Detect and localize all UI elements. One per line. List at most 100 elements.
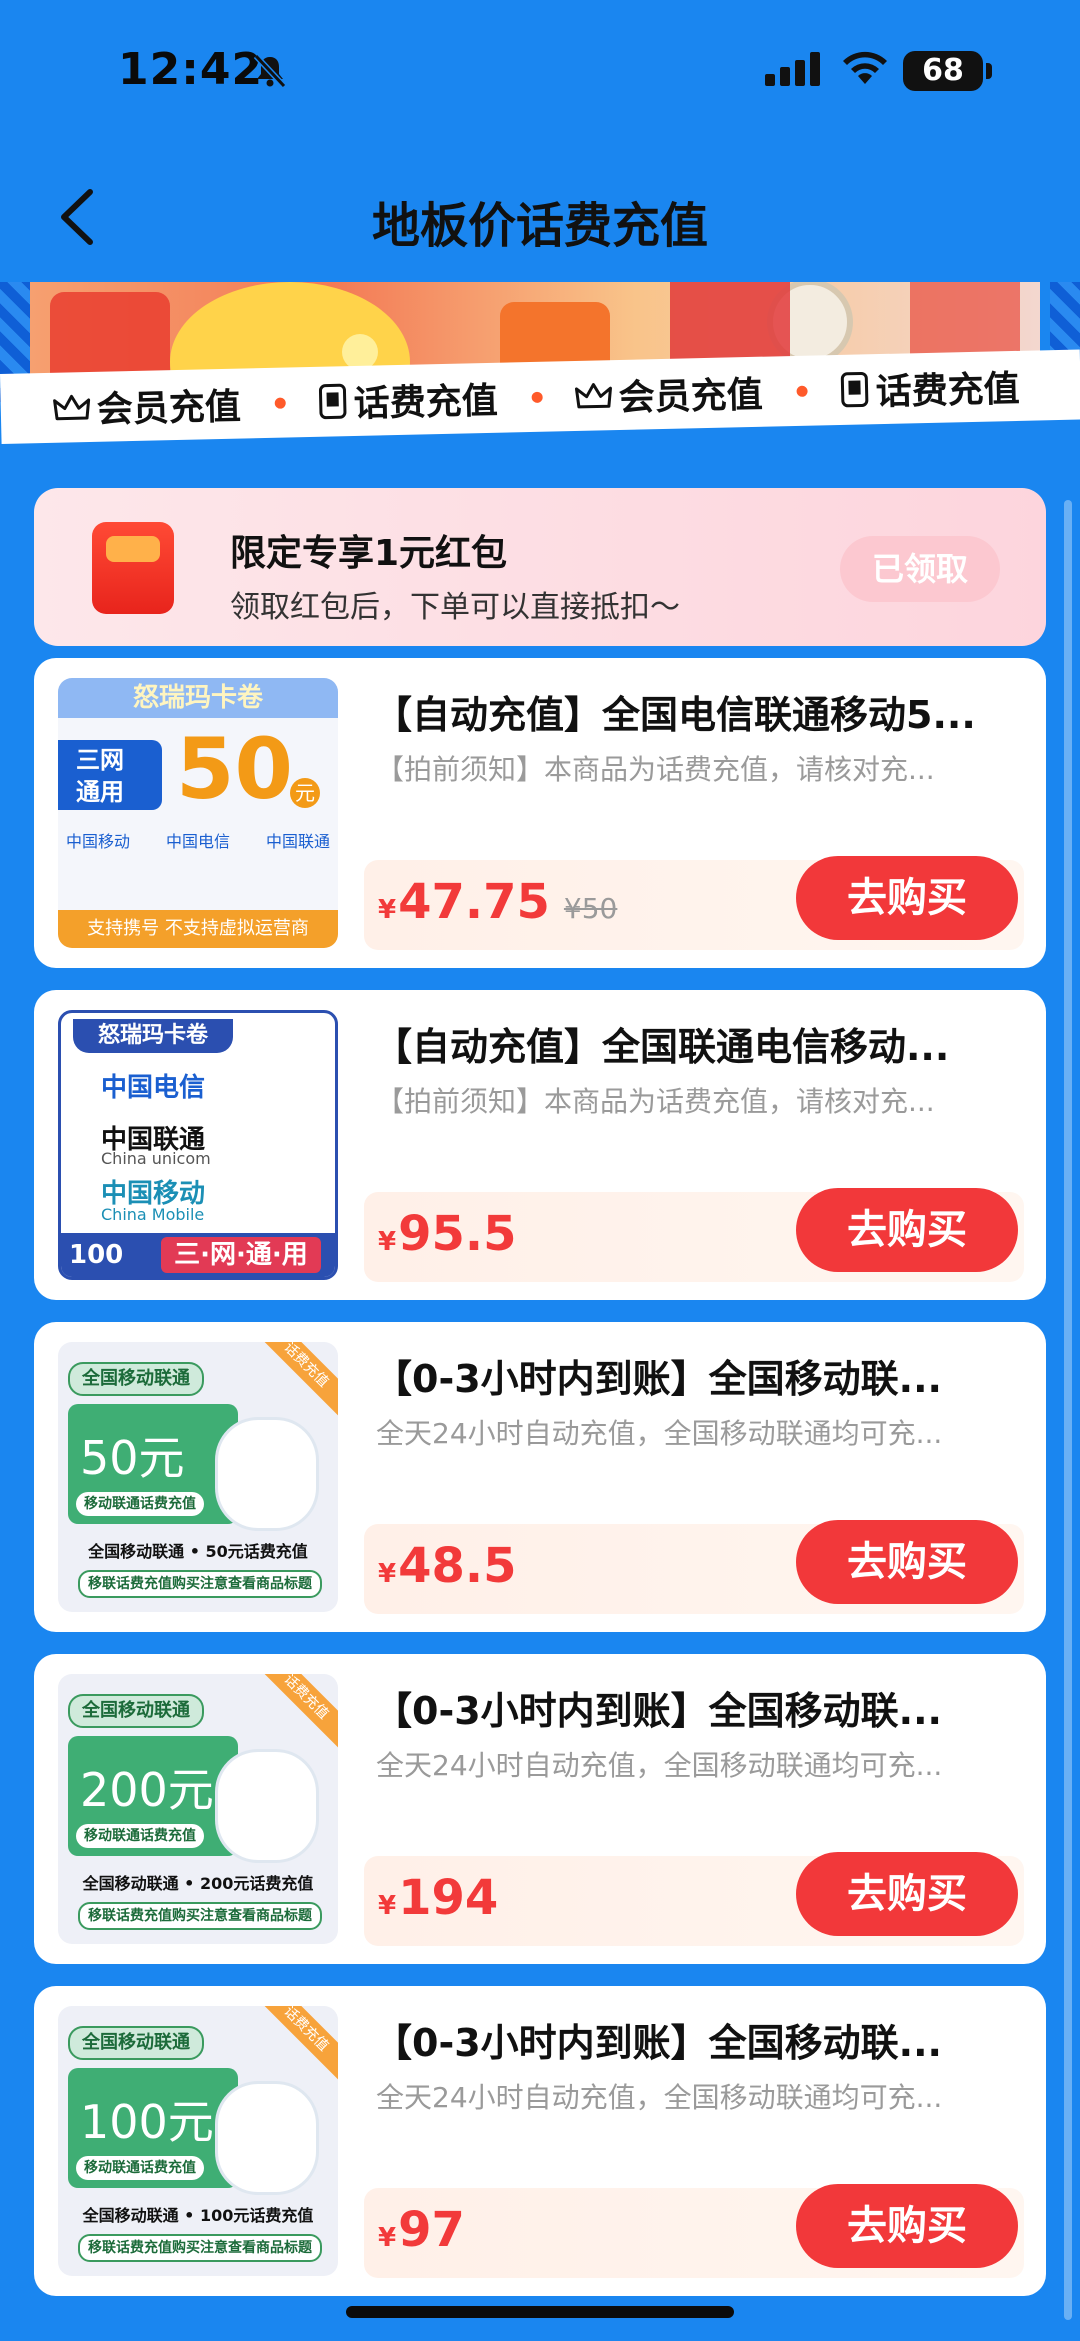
- thumb-amount: 50元: [80, 1431, 185, 1485]
- buy-button[interactable]: 去购买: [796, 1188, 1018, 1272]
- ribbon-item-member[interactable]: 会员充值: [52, 378, 241, 434]
- product-thumbnail: 怒瑞玛卡卷 中国电信 中国联通 China unicom 中国移动 China …: [58, 1010, 338, 1280]
- product-thumbnail: 全国移动联通 话费充值 50元 移动联通话费充值 全国移动联通 • 50元话费充…: [58, 1342, 338, 1612]
- product-subtitle: 【拍前须知】本商品为话费充值，请核对充...: [376, 753, 935, 786]
- thumb-mini-label: 移动联通话费充值: [76, 1492, 204, 1516]
- thumb-corner-tag: 话费充值: [254, 2006, 338, 2081]
- currency-symbol: ¥: [378, 1891, 397, 1921]
- thumb-brand: 怒瑞玛卡卷: [73, 1019, 233, 1053]
- thumb-amount: 100元: [80, 2095, 214, 2149]
- thumb-mini-label: 移动联通话费充值: [76, 1824, 204, 1848]
- red-packet-icon: [92, 522, 174, 614]
- battery-indicator: 68: [903, 51, 983, 91]
- product-subtitle: 【拍前须知】本商品为话费充值，请核对充...: [376, 1085, 935, 1118]
- bell-muted-icon: [253, 54, 287, 88]
- thumb-header: 全国移动联通: [68, 1694, 204, 1728]
- ribbon-label: 话费充值: [353, 380, 499, 425]
- thumb-caption: 全国移动联通 • 200元话费充值: [82, 1874, 314, 1893]
- currency-symbol: ¥: [378, 1559, 397, 1589]
- ribbon-dot: [274, 397, 286, 409]
- china-mobile-en: China Mobile: [101, 1205, 205, 1224]
- ribbon-label: 话费充值: [875, 368, 1021, 414]
- cell-signal-icon: [765, 52, 820, 86]
- price: ¥ 194: [378, 1870, 498, 1926]
- phone-icon: [318, 383, 347, 420]
- product-list: 限定专享1元红包 领取红包后，下单可以直接抵扣～ 已领取 怒瑞玛卡卷 三网 通用 …: [34, 488, 1046, 2318]
- thumb-corner-tag: 话费充值: [254, 1674, 338, 1749]
- currency-symbol: ¥: [378, 895, 397, 925]
- china-telecom-logo: 中国电信: [165, 832, 230, 851]
- red-packet-coupon: 限定专享1元红包 领取红包后，下单可以直接抵扣～ 已领取: [34, 488, 1046, 646]
- china-unicom-en: China unicom: [101, 1149, 211, 1168]
- thumb-caption: 全国移动联通 • 100元话费充值: [82, 2206, 314, 2225]
- product-card[interactable]: 怒瑞玛卡卷 三网 通用 50 元 中国移动 中国电信 中国联通 支持携号 不支持虚…: [34, 658, 1046, 968]
- thumb-footer-label: 三·网·通·用: [161, 1237, 321, 1273]
- carrier-logos-icon: [218, 1420, 316, 1528]
- product-card[interactable]: 全国移动联通 话费充值 200元 移动联通话费充值 全国移动联通 • 200元话…: [34, 1654, 1046, 1964]
- battery-tip: [986, 63, 992, 79]
- price-value: 48.5: [398, 1538, 517, 1594]
- product-subtitle: 全天24小时自动充值，全国移动联通均可充...: [376, 1417, 943, 1450]
- currency-symbol: ¥: [378, 1227, 397, 1257]
- buy-button[interactable]: 去购买: [796, 1852, 1018, 1936]
- thumb-caption: 全国移动联通 • 50元话费充值: [88, 1542, 308, 1561]
- coupon-title: 限定专享1元红包: [230, 533, 508, 574]
- product-title: 【自动充值】全国电信联通移动5...: [374, 693, 976, 737]
- thumb-footer: 支持携号 不支持虚拟运营商: [58, 910, 338, 948]
- price-value: 194: [398, 1870, 499, 1926]
- carrier-logos-icon: [218, 1752, 316, 1860]
- thumb-footer: 100 三·网·通·用: [61, 1233, 335, 1277]
- status-time: 12:42: [118, 44, 264, 95]
- product-subtitle: 全天24小时自动充值，全国移动联通均可充...: [376, 2081, 943, 2114]
- price: ¥ 95.5: [378, 1206, 517, 1262]
- thumb-amount: 100: [69, 1240, 124, 1270]
- phone-icon: [840, 371, 869, 408]
- price: ¥ 97: [378, 2202, 465, 2258]
- product-card[interactable]: 全国移动联通 话费充值 100元 移动联通话费充值 全国移动联通 • 100元话…: [34, 1986, 1046, 2296]
- crown-icon: [575, 383, 613, 409]
- thumb-header: 全国移动联通: [68, 1362, 204, 1396]
- thumb-header: 全国移动联通: [68, 2026, 204, 2060]
- ribbon-dot: [796, 385, 808, 397]
- buy-button[interactable]: 去购买: [796, 856, 1018, 940]
- ribbon-dot: [531, 391, 543, 403]
- thumb-note: 移联话费充值购买注意查看商品标题: [78, 2234, 322, 2262]
- ribbon-item-member[interactable]: 会员充值: [574, 366, 763, 422]
- thumb-note: 移联话费充值购买注意查看商品标题: [78, 1570, 322, 1598]
- thumb-tag: 三网 通用: [58, 740, 162, 810]
- price-value: 47.75: [398, 874, 550, 930]
- carrier-logos-icon: [218, 2084, 316, 2192]
- ribbon-item-phone-bill[interactable]: 话费充值: [839, 360, 1020, 416]
- product-thumbnail: 全国移动联通 话费充值 200元 移动联通话费充值 全国移动联通 • 200元话…: [58, 1674, 338, 1944]
- product-title: 【自动充值】全国联通电信移动...: [374, 1025, 950, 1069]
- home-indicator[interactable]: [346, 2306, 734, 2318]
- wifi-icon: [843, 51, 887, 84]
- price-value: 95.5: [398, 1206, 517, 1262]
- ribbon-item-phone-bill[interactable]: 话费充值: [317, 372, 498, 428]
- promo-banner[interactable]: 会员充值 话费充值 会员充值 话费充值: [0, 282, 1080, 467]
- scrollbar[interactable]: [1064, 500, 1072, 2320]
- buy-button[interactable]: 去购买: [796, 2184, 1018, 2268]
- product-title: 【0-3小时内到账】全国移动联...: [374, 1357, 942, 1401]
- product-subtitle: 全天24小时自动充值，全国移动联通均可充...: [376, 1749, 943, 1782]
- product-thumbnail: 怒瑞玛卡卷 三网 通用 50 元 中国移动 中国电信 中国联通 支持携号 不支持虚…: [58, 678, 338, 948]
- price: ¥ 47.75 ¥50: [378, 874, 617, 930]
- product-title: 【0-3小时内到账】全国移动联...: [374, 1689, 942, 1733]
- thumb-amount: 200元: [80, 1763, 214, 1817]
- product-card[interactable]: 怒瑞玛卡卷 中国电信 中国联通 China unicom 中国移动 China …: [34, 990, 1046, 1300]
- claimed-button[interactable]: 已领取: [840, 536, 1000, 602]
- carrier-logos: 中国移动 中国电信 中国联通: [66, 828, 330, 852]
- coupon-subtitle: 领取红包后，下单可以直接抵扣～: [230, 590, 680, 625]
- buy-button[interactable]: 去购买: [796, 1520, 1018, 1604]
- thumb-mini-label: 移动联通话费充值: [76, 2156, 204, 2180]
- ribbon-label: 会员充值: [96, 386, 242, 431]
- price: ¥ 48.5: [378, 1538, 517, 1594]
- currency-symbol: ¥: [378, 2223, 397, 2253]
- thumb-unit: 元: [290, 778, 320, 808]
- crown-icon: [53, 394, 91, 421]
- thumb-note: 移联话费充值购买注意查看商品标题: [78, 1902, 322, 1930]
- thumb-brand: 怒瑞玛卡卷: [58, 678, 338, 718]
- product-title: 【0-3小时内到账】全国移动联...: [374, 2021, 942, 2065]
- ribbon-label: 会员充值: [618, 374, 764, 419]
- product-card[interactable]: 全国移动联通 话费充值 50元 移动联通话费充值 全国移动联通 • 50元话费充…: [34, 1322, 1046, 1632]
